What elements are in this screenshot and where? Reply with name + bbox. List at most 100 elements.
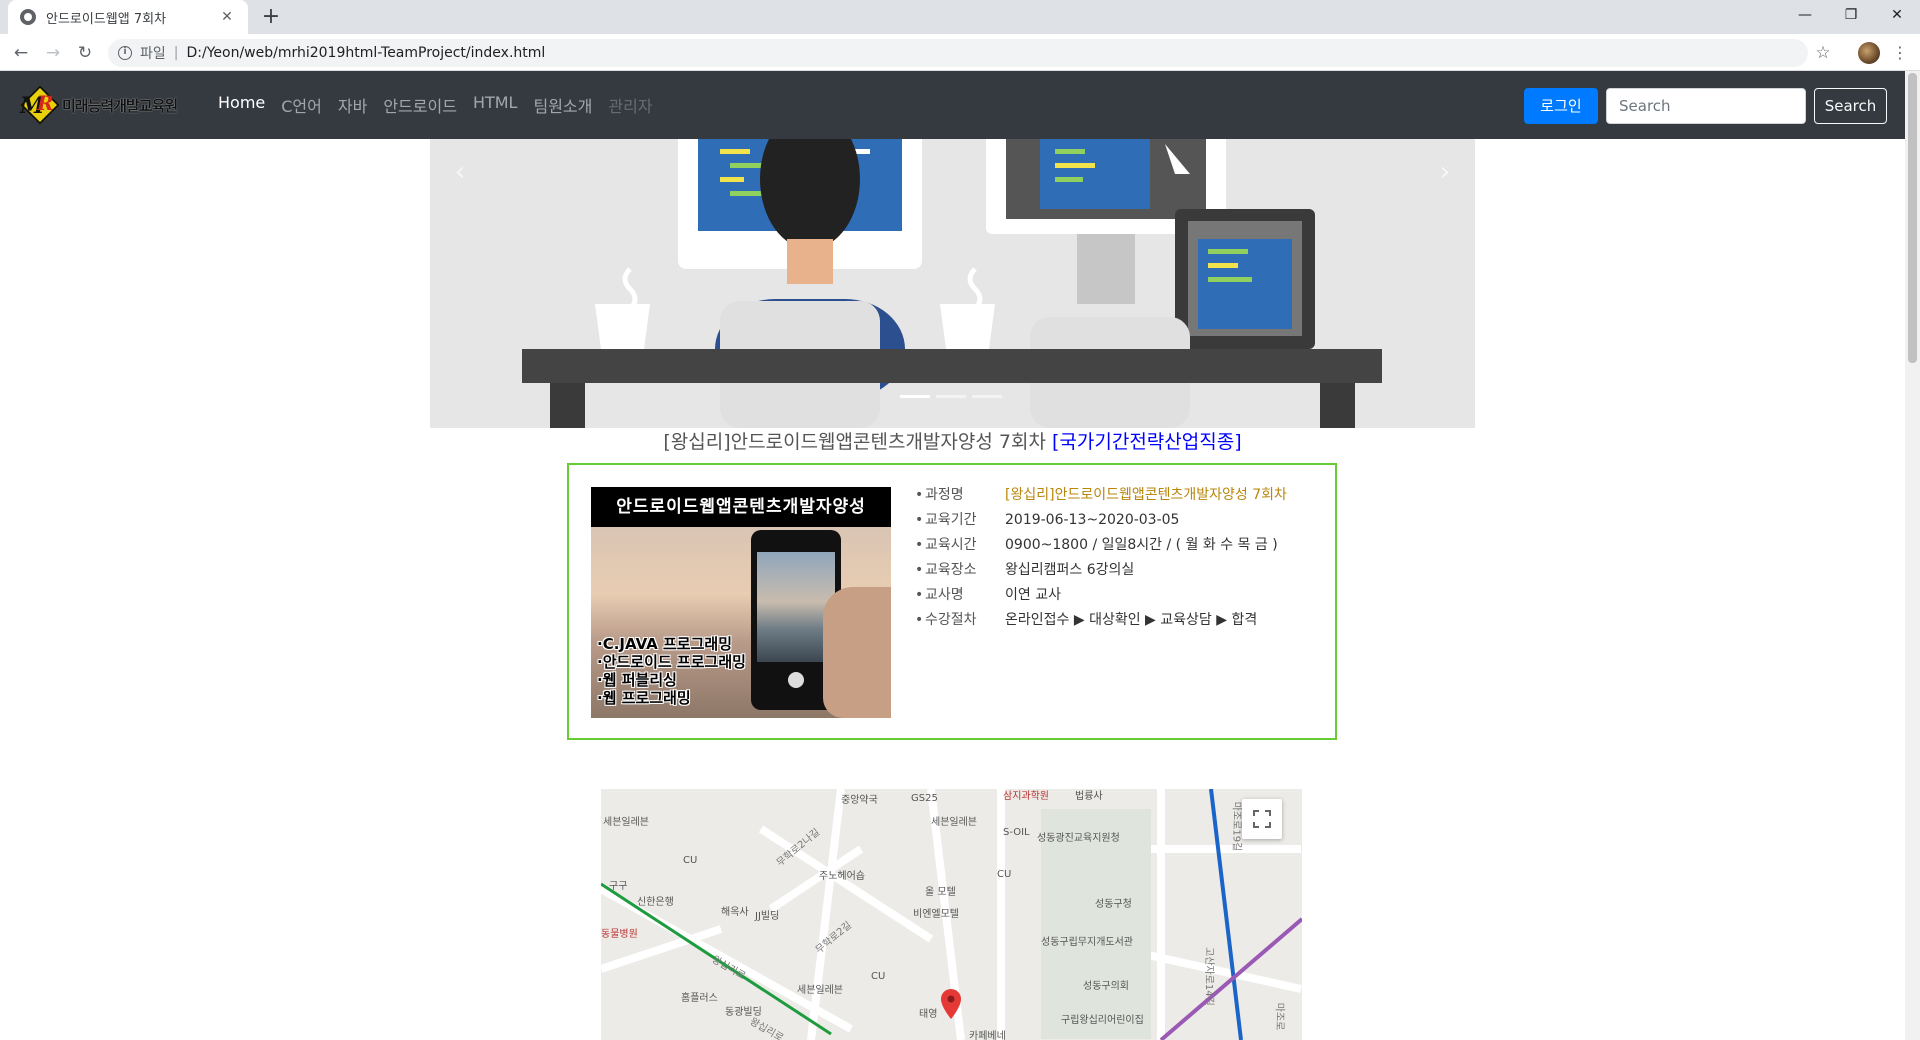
poster-item: ·안드로이드 프로그래밍	[597, 653, 746, 671]
new-tab-button[interactable]: +	[258, 4, 284, 30]
detail-label: 교육시간	[925, 537, 977, 553]
login-button[interactable]: 로그인	[1524, 88, 1598, 124]
map-label: 구립왕십리어린이집	[1061, 1015, 1144, 1026]
poster-item: ·웹 프로그래밍	[597, 689, 691, 707]
map-label: 동물병원	[601, 929, 638, 940]
course-title: [왕십리]안드로이드웹앱콘텐츠개발자양성 7회차 [국가기간전략산업직종]	[430, 427, 1475, 454]
nav-home[interactable]: Home	[218, 93, 265, 117]
detail-label: 수강절차	[925, 612, 977, 628]
embedded-map[interactable]: 세븐일레븐 CU 구구 신한은행 해옥사 JJ빌딩 동물병원 홈플러스 동광빌딩…	[601, 789, 1302, 1040]
map-label: 카페베네	[969, 1031, 1006, 1040]
brand-logo[interactable]: M R 미래능력개발교육원	[20, 85, 178, 125]
url-text: D:/Yeon/web/mrhi2019html-TeamProject/ind…	[186, 45, 546, 61]
brand-name: 미래능력개발교육원	[62, 96, 178, 115]
poster-list: ·C.JAVA 프로그래밍 ·안드로이드 프로그래밍 ·웹 퍼블리싱 ·웹 프로…	[597, 635, 746, 707]
nav-team[interactable]: 팀원소개	[533, 93, 592, 117]
carousel-indicator[interactable]	[936, 395, 966, 398]
site-navbar: M R 미래능력개발교육원 Home C언어 자바 안드로이드 HTML 팀원소…	[0, 71, 1905, 139]
nav-admin: 관리자	[608, 97, 653, 116]
map-label: 성동구립무지개도서관	[1041, 937, 1133, 948]
map-label: 성동구청	[1095, 899, 1132, 910]
carousel-indicator[interactable]	[900, 395, 930, 398]
map-label: 세븐일레븐	[603, 817, 649, 828]
detail-value: [왕십리]안드로이드웹앱콘텐츠개발자양성 7회차	[1005, 487, 1287, 503]
nav-html[interactable]: HTML	[473, 93, 518, 117]
address-bar: ← → ↻ i 파일 | D:/Yeon/web/mrhi2019html-Te…	[0, 34, 1920, 71]
carousel-indicators	[900, 395, 1002, 398]
map-label: 중앙약국	[841, 795, 878, 806]
hero-carousel: ‹ ›	[430, 139, 1475, 428]
map-fullscreen-icon[interactable]	[1242, 799, 1282, 839]
map-label: 태영	[919, 1009, 938, 1020]
url-input[interactable]: i 파일 | D:/Yeon/web/mrhi2019html-TeamProj…	[108, 39, 1808, 67]
map-label: 세븐일레븐	[931, 817, 977, 828]
map-label: 성동구의회	[1083, 981, 1129, 992]
tab-title: 안드로이드웹앱 7회차	[46, 11, 167, 27]
carousel-next-icon[interactable]: ›	[1430, 157, 1460, 187]
restore-button[interactable]: ❐	[1828, 0, 1874, 30]
detail-row: • 교육장소 왕십리캠퍼스 6강의실	[915, 558, 1287, 583]
map-label: 성동광진교육지원청	[1037, 833, 1120, 844]
detail-value: 2019-06-13~2020-03-05	[1005, 512, 1180, 528]
carousel-indicator[interactable]	[972, 395, 1002, 398]
map-label: 해옥사	[721, 907, 749, 918]
browser-tab[interactable]: 안드로이드웹앱 7회차 ✕	[8, 0, 248, 34]
detail-value: 0900~1800 / 일일8시간 / ( 월 화 수 목 금 )	[1005, 537, 1278, 553]
scrollbar-thumb[interactable]	[1908, 73, 1917, 363]
map-label: 구구	[609, 881, 628, 892]
profile-avatar[interactable]	[1858, 42, 1880, 64]
map-label: CU	[871, 971, 886, 982]
map-label: GS25	[911, 793, 938, 804]
detail-value: 왕십리캠퍼스 6강의실	[1005, 562, 1135, 578]
detail-label: 과정명	[925, 487, 964, 503]
map-road-label: 고산자로14길	[1202, 947, 1214, 1006]
url-separator: |	[173, 45, 179, 61]
map-label: 올 모텔	[925, 887, 956, 898]
close-window-button[interactable]: ✕	[1874, 0, 1920, 30]
detail-label: 교사명	[925, 587, 964, 603]
bookmark-star-icon[interactable]: ☆	[1810, 40, 1836, 66]
minimize-button[interactable]: —	[1782, 0, 1828, 30]
nav-android[interactable]: 안드로이드	[383, 93, 457, 117]
logo-icon: M R	[20, 85, 60, 125]
poster-heading: 안드로이드웹앱콘텐츠개발자양성	[591, 487, 891, 527]
carousel-slide-image	[430, 139, 1475, 428]
poster-item: ·웹 퍼블리싱	[597, 671, 677, 689]
reload-icon[interactable]: ↻	[72, 40, 98, 66]
url-protocol: 파일	[140, 46, 166, 62]
map-label: 신한은행	[637, 897, 674, 908]
nav-java[interactable]: 자바	[338, 93, 367, 117]
map-label: CU	[683, 855, 698, 866]
page-viewport: M R 미래능력개발교육원 Home C언어 자바 안드로이드 HTML 팀원소…	[0, 71, 1905, 1040]
course-poster: 안드로이드웹앱콘텐츠개발자양성 ·C.JAVA 프로그래밍 ·안드로이드 프로그…	[591, 487, 891, 718]
course-title-highlight: [국가기간전략산업직종]	[1051, 431, 1242, 453]
search-input[interactable]: Search	[1606, 88, 1806, 124]
course-info-box: 안드로이드웹앱콘텐츠개발자양성 ·C.JAVA 프로그래밍 ·안드로이드 프로그…	[567, 463, 1337, 740]
detail-value: 온라인접수 ▶ 대상확인 ▶ 교육상담 ▶ 합격	[1005, 612, 1258, 628]
tab-close-icon[interactable]: ✕	[218, 9, 236, 25]
info-icon[interactable]: i	[118, 46, 132, 60]
more-menu-icon[interactable]: ⋮	[1890, 40, 1910, 66]
detail-value: 이연 교사	[1005, 587, 1061, 603]
carousel-prev-icon[interactable]: ‹	[445, 157, 475, 187]
map-label: 법륭사	[1075, 791, 1103, 802]
forward-arrow-icon[interactable]: →	[40, 40, 66, 66]
detail-row: • 과정명 [왕십리]안드로이드웹앱콘텐츠개발자양성 7회차	[915, 483, 1287, 508]
search-button[interactable]: Search	[1814, 88, 1887, 124]
page-scrollbar[interactable]	[1905, 71, 1920, 1040]
course-details: • 과정명 [왕십리]안드로이드웹앱콘텐츠개발자양성 7회차 • 교육기간 20…	[915, 483, 1287, 633]
map-label: 주노헤어숍	[819, 871, 865, 882]
map-label: 세븐일레븐	[797, 985, 843, 996]
map-label: 삼지과학원	[1003, 791, 1049, 802]
nav-links: Home C언어 자바 안드로이드 HTML 팀원소개 관리자	[218, 93, 653, 117]
map-label: S-OIL	[1003, 827, 1030, 838]
map-label: CU	[997, 869, 1012, 880]
nav-c[interactable]: C언어	[281, 93, 322, 117]
back-arrow-icon[interactable]: ←	[8, 40, 34, 66]
detail-row: • 교사명 이연 교사	[915, 583, 1287, 608]
detail-row: • 수강절차 온라인접수 ▶ 대상확인 ▶ 교육상담 ▶ 합격	[915, 608, 1287, 633]
globe-icon	[20, 9, 36, 25]
hand-image	[823, 587, 891, 718]
poster-item: ·C.JAVA 프로그래밍	[597, 635, 732, 653]
course-title-main: [왕십리]안드로이드웹앱콘텐츠개발자양성 7회차	[663, 431, 1052, 453]
